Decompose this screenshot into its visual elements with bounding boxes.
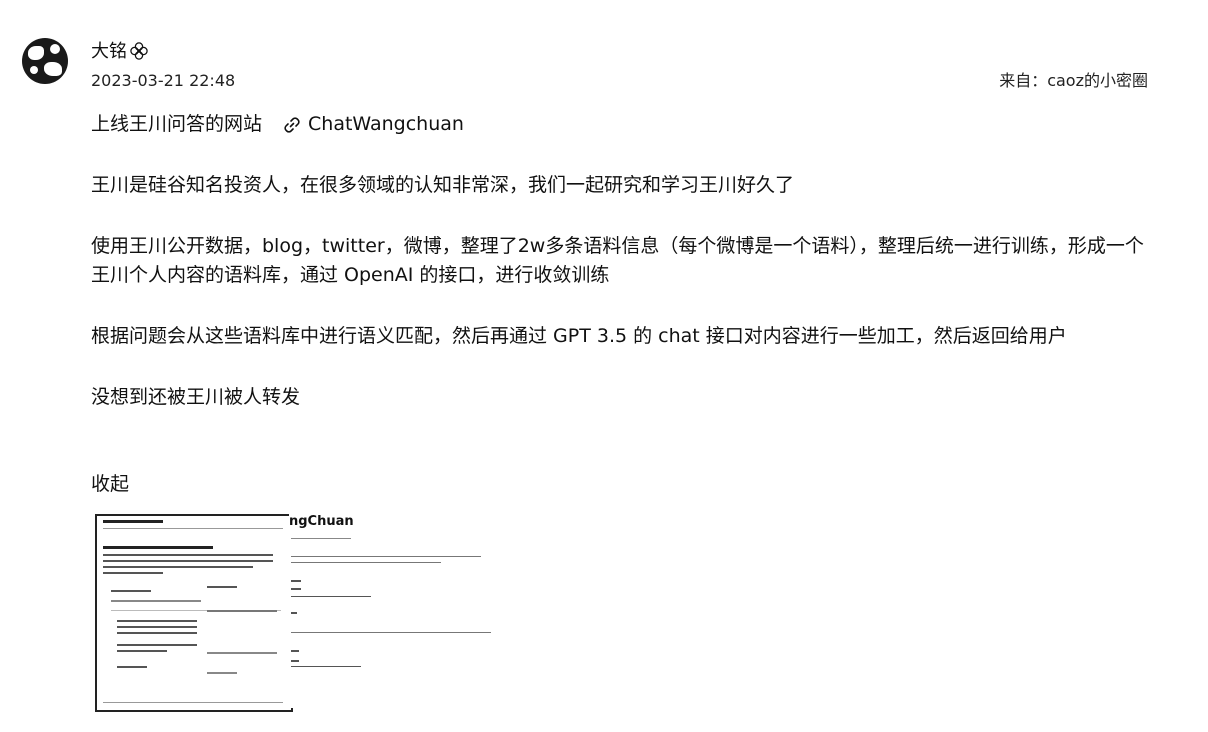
link-label[interactable]: ChatWangchuan	[308, 110, 464, 139]
paragraph-4: 没想到还被王川被人转发	[91, 386, 301, 408]
paragraph-2: 使用王川公开数据，blog，twitter，微博，整理了2w多条语料信息（每个微…	[91, 235, 1144, 286]
collapse-button[interactable]: 收起	[91, 470, 129, 499]
paragraph-1: 王川是硅谷知名投资人，在很多领域的认知非常深，我们一起研究和学习王川好久了	[91, 174, 795, 196]
chatwangchuan-link[interactable]: ChatWangchuan	[282, 110, 464, 139]
flower-badge-icon	[130, 42, 148, 60]
post-timestamp: 2023-03-21 22:48	[91, 71, 236, 90]
avatar[interactable]	[22, 38, 68, 84]
author-name[interactable]: 大铭	[91, 41, 148, 63]
link-icon	[284, 116, 300, 133]
thumbnail-title: ngChuan	[289, 514, 354, 529]
post-content: 上线王川问答的网站 ChatWangchuan 王川是硅谷知名投资人，在很多领域…	[91, 110, 1151, 412]
post-source: 来自：caoz的小密圈	[999, 71, 1148, 90]
thumbnail-screenshot-right: ngChuan	[289, 514, 491, 708]
post-title-text: 上线王川问答的网站	[91, 113, 263, 135]
paragraph-3: 根据问题会从这些语料库中进行语义匹配，然后再通过 GPT 3.5 的 chat …	[91, 325, 1067, 347]
post-image-thumbnail[interactable]: ngChuan	[95, 514, 491, 712]
author-name-text[interactable]: 大铭	[91, 41, 127, 62]
post-title-line: 上线王川问答的网站 ChatWangchuan	[91, 110, 1151, 139]
thumbnail-screenshot-left	[95, 514, 293, 712]
